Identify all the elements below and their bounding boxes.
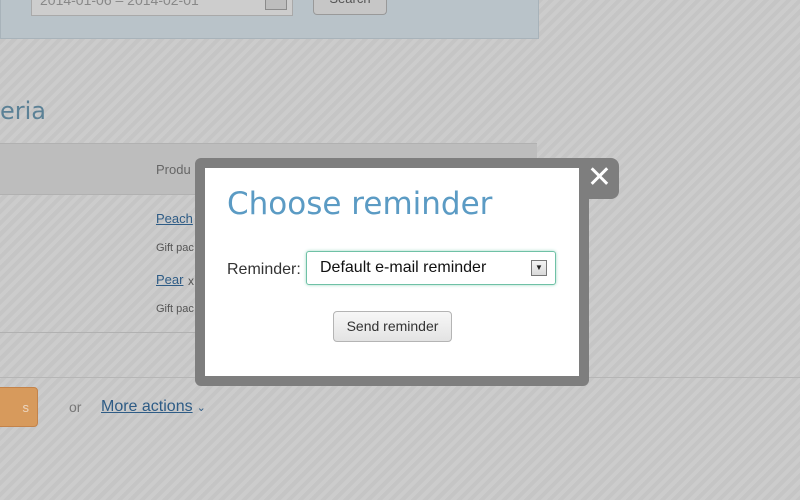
product-qty: x: [188, 274, 194, 288]
product-link-pear[interactable]: Pear: [156, 272, 183, 287]
reminder-select-value: Default e-mail reminder: [320, 259, 487, 276]
filter-bar: 2014-01-06 – 2014-02-01 Search: [0, 0, 539, 39]
section-title: eria: [0, 97, 47, 125]
reminder-label: Reminder:: [227, 261, 301, 278]
product-detail: Gift pac: [156, 242, 194, 254]
product-column-header: Produ: [156, 162, 191, 177]
dropdown-arrow-icon[interactable]: ▼: [531, 260, 547, 276]
reminder-select[interactable]: Default e-mail reminder ▼: [306, 251, 556, 285]
date-range-text: 2014-01-06 – 2014-02-01: [40, 0, 199, 8]
close-icon[interactable]: ✕: [580, 158, 619, 199]
modal-content: Choose reminder Reminder: Default e-mail…: [205, 168, 579, 376]
product-link-peach[interactable]: Peach: [156, 211, 193, 226]
more-actions-link[interactable]: More actions ⌄: [101, 398, 206, 416]
search-button[interactable]: Search: [313, 0, 387, 15]
date-range-input[interactable]: 2014-01-06 – 2014-02-01: [31, 0, 293, 16]
more-actions-label: More actions: [101, 398, 193, 415]
send-reminder-button[interactable]: Send reminder: [333, 311, 452, 342]
product-detail: Gift pac: [156, 303, 194, 315]
calendar-icon[interactable]: [265, 0, 287, 10]
primary-action-button[interactable]: s: [0, 387, 38, 427]
or-text: or: [69, 399, 82, 415]
modal-dialog: Choose reminder Reminder: Default e-mail…: [195, 158, 589, 386]
modal-title: Choose reminder: [227, 186, 493, 222]
chevron-down-icon: ⌄: [196, 402, 206, 414]
